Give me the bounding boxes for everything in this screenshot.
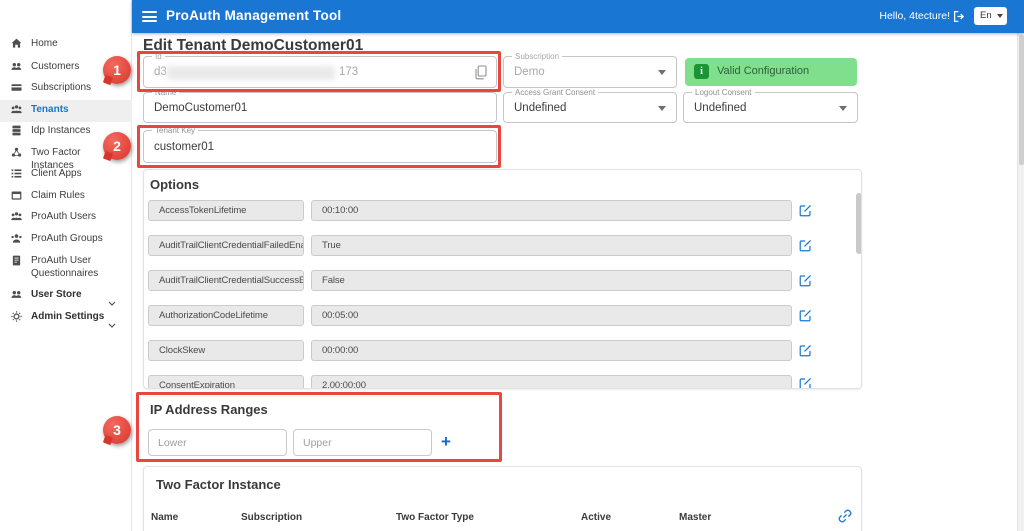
two-factor-title: Two Factor Instance (156, 477, 281, 492)
subscription-label: Subscription (512, 52, 563, 61)
options-panel: Options AccessTokenLifetime 00:10:00 Aud… (143, 169, 862, 389)
sidebar-item-client-apps[interactable]: Client Apps (0, 164, 132, 185)
two-factor-instances-icon (10, 146, 23, 164)
option-value: 2.00:00:00 (311, 375, 792, 388)
top-header-bar: ProAuth Management Tool Hello, 4tecture!… (132, 0, 1024, 33)
app-title: ProAuth Management Tool (166, 8, 342, 23)
logout-consent-label: Logout Consent (692, 88, 755, 97)
option-name: ConsentExpiration (148, 375, 304, 388)
logout-consent-value: Undefined (694, 101, 747, 114)
access-grant-consent-label: Access Grant Consent (512, 88, 599, 97)
valid-configuration-label: Valid Configuration (717, 65, 810, 77)
annotation-box-3 (136, 392, 502, 462)
claim-rules-icon (10, 189, 23, 207)
sidebar-item-user-store[interactable]: User Store (0, 285, 132, 306)
two-factor-instance-panel: Two Factor Instance Name Subscription Tw… (143, 466, 862, 531)
option-value: 00:10:00 (311, 200, 792, 221)
access-grant-consent-select[interactable]: Access Grant Consent Undefined (503, 88, 677, 123)
window-scrollbar[interactable] (1017, 33, 1024, 531)
edit-icon[interactable] (799, 239, 812, 257)
logout-icon[interactable] (953, 10, 966, 28)
app-window: Home Customers Subscriptions Tenants Idp… (0, 0, 1024, 531)
sidebar-item-home[interactable]: Home (0, 34, 132, 55)
sidebar-item-proauth-user-questionnaires[interactable]: ProAuth User Questionnaires (0, 251, 132, 289)
column-header-active: Active (581, 512, 612, 523)
sidebar-item-admin-settings[interactable]: Admin Settings (0, 307, 132, 328)
valid-configuration-button[interactable]: i Valid Configuration (685, 58, 857, 86)
hamburger-menu-icon[interactable] (142, 11, 157, 22)
language-selector[interactable]: En (974, 7, 1007, 25)
annotation-badge-1: 1 (103, 56, 131, 84)
option-value: 00:00:00 (311, 340, 792, 361)
column-header-master: Master (679, 512, 712, 523)
admin-settings-icon (10, 310, 23, 328)
subscriptions-icon (10, 81, 23, 99)
edit-icon[interactable] (799, 274, 812, 292)
sidebar-item-proauth-groups[interactable]: ProAuth Groups (0, 229, 132, 250)
logout-consent-select[interactable]: Logout Consent Undefined (683, 88, 858, 123)
subscription-value: Demo (514, 66, 545, 78)
user-store-icon (10, 288, 23, 306)
select-caret-icon (658, 70, 666, 75)
option-value: True (311, 235, 792, 256)
annotation-badge-3: 3 (103, 416, 131, 444)
idp-instances-icon (10, 124, 23, 142)
window-scrollbar-thumb[interactable] (1019, 35, 1024, 165)
proauth-user-questionnaires-icon (10, 254, 23, 272)
user-greeting: Hello, 4tecture! (879, 10, 950, 22)
edit-icon[interactable] (799, 309, 812, 327)
proauth-groups-icon (10, 232, 23, 250)
options-scrollbar[interactable] (856, 193, 861, 254)
option-value: 00:05:00 (311, 305, 792, 326)
option-value: False (311, 270, 792, 291)
option-name: ClockSkew (148, 340, 304, 361)
name-field-value: DemoCustomer01 (154, 101, 248, 114)
link-icon[interactable] (838, 509, 852, 528)
sidebar-item-tenants[interactable]: Tenants (0, 100, 132, 122)
edit-icon[interactable] (799, 204, 812, 222)
annotation-badge-2: 2 (103, 132, 131, 160)
name-field[interactable]: Name DemoCustomer01 (143, 88, 497, 123)
info-icon: i (694, 64, 709, 79)
option-name: AuditTrailClientCredentialSuccessEna (148, 270, 304, 291)
sidebar-item-proauth-users[interactable]: ProAuth Users (0, 207, 132, 228)
chevron-down-icon (108, 315, 116, 333)
subscription-select: Subscription Demo (503, 52, 677, 88)
client-apps-icon (10, 167, 23, 185)
edit-icon[interactable] (799, 377, 812, 388)
access-grant-consent-value: Undefined (514, 101, 567, 114)
customers-icon (10, 60, 23, 78)
sidebar-item-claim-rules[interactable]: Claim Rules (0, 186, 132, 207)
option-name: AccessTokenLifetime (148, 200, 304, 221)
language-caret-icon (997, 14, 1003, 18)
language-value: En (980, 10, 992, 21)
select-caret-icon (658, 105, 666, 111)
select-caret-icon (839, 105, 847, 111)
tenants-icon (10, 103, 23, 121)
proauth-users-icon (10, 210, 23, 228)
column-header-name: Name (151, 512, 179, 523)
annotation-box-1 (137, 51, 501, 92)
edit-icon[interactable] (799, 344, 812, 362)
column-header-subscription: Subscription (241, 512, 303, 523)
options-title: Options (150, 177, 200, 192)
home-icon (10, 37, 23, 55)
option-name: AuthorizationCodeLifetime (148, 305, 304, 326)
column-header-two-factor-type: Two Factor Type (396, 512, 474, 523)
annotation-box-2 (137, 125, 501, 168)
option-name: AuditTrailClientCredentialFailedEnabl (148, 235, 304, 256)
